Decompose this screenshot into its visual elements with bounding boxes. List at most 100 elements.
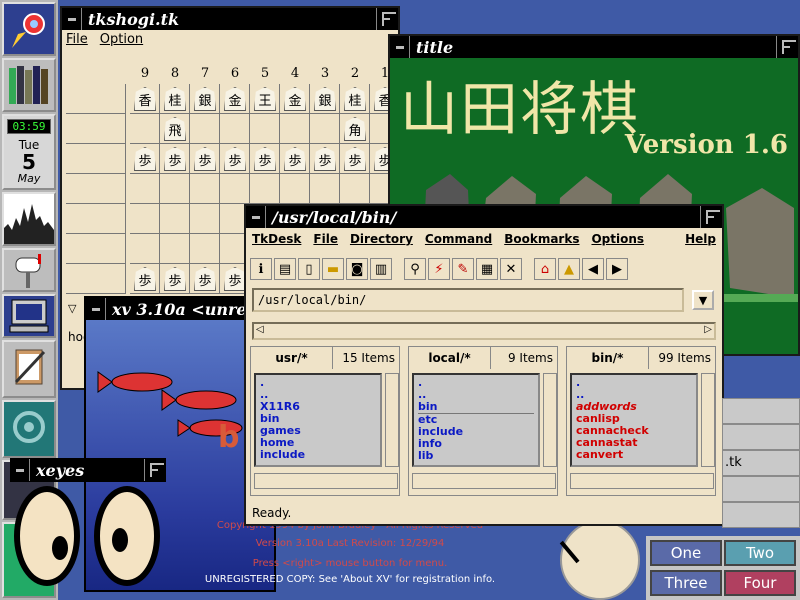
board-cell[interactable] bbox=[250, 114, 280, 144]
window-menu-icon[interactable] bbox=[62, 8, 82, 30]
list-item[interactable]: info bbox=[418, 438, 534, 450]
shogi-piece[interactable]: 角 bbox=[344, 117, 366, 141]
board-cell[interactable]: 歩 bbox=[190, 144, 220, 174]
list-item[interactable]: include bbox=[260, 449, 376, 461]
board-cell[interactable] bbox=[310, 114, 340, 144]
scroll-left-icon[interactable]: ◁ bbox=[256, 324, 264, 335]
board-cell[interactable]: 桂 bbox=[340, 84, 370, 114]
shogi-piece[interactable]: 金 bbox=[284, 87, 306, 111]
maximize-icon[interactable] bbox=[776, 36, 798, 58]
board-cell[interactable] bbox=[130, 234, 160, 264]
board-cell[interactable]: 銀 bbox=[190, 84, 220, 114]
list-item[interactable]: lib bbox=[418, 450, 534, 462]
list-scrollbar[interactable] bbox=[543, 373, 557, 467]
menu-command[interactable]: Command bbox=[425, 232, 492, 246]
terminal-icon[interactable] bbox=[2, 294, 56, 338]
shogi-piece[interactable]: 歩 bbox=[134, 267, 156, 291]
task-tile[interactable] bbox=[722, 398, 800, 424]
tkshogi-titlebar[interactable]: tkshogi.tk bbox=[62, 8, 398, 30]
task-tile[interactable] bbox=[722, 476, 800, 502]
panes-scrollbar[interactable]: ◁ ▷ bbox=[252, 322, 716, 340]
info-icon[interactable]: ℹ bbox=[250, 258, 272, 280]
file-list[interactable]: . .. X11R6 bin games home include bbox=[254, 373, 382, 467]
shogi-piece[interactable]: 歩 bbox=[344, 147, 366, 171]
find-icon[interactable]: ⚲ bbox=[404, 258, 426, 280]
board-cell[interactable]: 歩 bbox=[160, 144, 190, 174]
trash-icon[interactable]: ▥ bbox=[370, 258, 392, 280]
captured-pieces-cell[interactable] bbox=[66, 204, 126, 234]
emacs-icon[interactable] bbox=[2, 400, 56, 458]
menu-help[interactable]: Help bbox=[685, 232, 716, 246]
menu-file[interactable]: File bbox=[313, 232, 338, 246]
menu-directory[interactable]: Directory bbox=[350, 232, 413, 246]
captured-pieces-cell[interactable] bbox=[66, 144, 126, 174]
back-icon[interactable]: ◀ bbox=[582, 258, 604, 280]
file-list[interactable]: . .. addwords canlisp cannacheck cannast… bbox=[570, 373, 698, 467]
board-cell[interactable]: 王 bbox=[250, 84, 280, 114]
menu-bookmarks[interactable]: Bookmarks bbox=[504, 232, 579, 246]
board-cell[interactable]: 桂 bbox=[160, 84, 190, 114]
board-cell[interactable]: 歩 bbox=[250, 144, 280, 174]
list-hscrollbar[interactable] bbox=[412, 473, 556, 489]
window-menu-icon[interactable] bbox=[10, 459, 30, 481]
title-titlebar[interactable]: title bbox=[390, 36, 798, 58]
board-cell[interactable]: 金 bbox=[220, 84, 250, 114]
panel-dir-label[interactable]: usr/* bbox=[251, 347, 333, 369]
maximize-icon[interactable] bbox=[700, 206, 722, 228]
shogi-piece[interactable]: 香 bbox=[134, 87, 156, 111]
shogi-piece[interactable]: 歩 bbox=[254, 147, 276, 171]
books-icon[interactable] bbox=[2, 58, 56, 112]
window-menu-icon[interactable] bbox=[86, 298, 106, 320]
board-cell[interactable]: 飛 bbox=[160, 114, 190, 144]
shogi-piece[interactable]: 金 bbox=[224, 87, 246, 111]
shogi-piece[interactable]: 王 bbox=[254, 87, 276, 111]
list-item[interactable]: . bbox=[260, 377, 376, 389]
print-icon[interactable]: ▤ bbox=[274, 258, 296, 280]
board-cell[interactable] bbox=[130, 114, 160, 144]
panel-dir-label[interactable]: bin/* bbox=[567, 347, 649, 369]
new-file-icon[interactable]: ▯ bbox=[298, 258, 320, 280]
board-cell[interactable] bbox=[190, 234, 220, 264]
shogi-piece[interactable]: 歩 bbox=[284, 147, 306, 171]
shogi-piece[interactable]: 歩 bbox=[224, 267, 246, 291]
mailbox-icon[interactable] bbox=[2, 248, 56, 292]
captured-pieces-cell[interactable] bbox=[66, 234, 126, 264]
shogi-piece[interactable]: 歩 bbox=[224, 147, 246, 171]
board-cell[interactable] bbox=[130, 174, 160, 204]
board-cell[interactable] bbox=[160, 234, 190, 264]
shogi-piece[interactable]: 歩 bbox=[164, 267, 186, 291]
shogi-piece[interactable]: 歩 bbox=[134, 147, 156, 171]
task-tile[interactable] bbox=[722, 424, 800, 450]
board-cell[interactable] bbox=[220, 174, 250, 204]
board-cell[interactable]: 歩 bbox=[130, 144, 160, 174]
desk-one[interactable]: One bbox=[650, 540, 722, 566]
board-cell[interactable] bbox=[250, 174, 280, 204]
menu-option[interactable]: Option bbox=[100, 32, 143, 47]
captured-pieces-cell[interactable] bbox=[66, 114, 126, 144]
board-cell[interactable]: 歩 bbox=[160, 264, 190, 294]
shogi-piece[interactable]: 桂 bbox=[164, 87, 186, 111]
board-cell[interactable] bbox=[190, 204, 220, 234]
board-cell[interactable] bbox=[310, 174, 340, 204]
shogi-piece[interactable]: 桂 bbox=[344, 87, 366, 111]
task-tile[interactable]: .tk bbox=[722, 450, 800, 476]
tkdesk-titlebar[interactable]: /usr/local/bin/ bbox=[246, 206, 722, 228]
shogi-piece[interactable]: 銀 bbox=[194, 87, 216, 111]
board-cell[interactable] bbox=[280, 114, 310, 144]
window-menu-icon[interactable] bbox=[390, 36, 410, 58]
list-item[interactable]: . bbox=[576, 377, 692, 389]
board-cell[interactable] bbox=[160, 174, 190, 204]
home-icon[interactable]: ⌂ bbox=[534, 258, 556, 280]
captured-pieces-cell[interactable] bbox=[66, 264, 126, 294]
captured-pieces-cell[interactable] bbox=[66, 84, 126, 114]
list-hscrollbar[interactable] bbox=[254, 473, 398, 489]
board-cell[interactable] bbox=[280, 174, 310, 204]
edit-icon[interactable]: ✎ bbox=[452, 258, 474, 280]
board-cell[interactable] bbox=[130, 204, 160, 234]
desk-four[interactable]: Four bbox=[724, 570, 796, 596]
list-item[interactable]: canvert bbox=[576, 449, 692, 461]
forward-icon[interactable]: ▶ bbox=[606, 258, 628, 280]
board-cell[interactable]: 歩 bbox=[220, 144, 250, 174]
clipboard-icon[interactable] bbox=[2, 340, 56, 398]
board-cell[interactable]: 銀 bbox=[310, 84, 340, 114]
